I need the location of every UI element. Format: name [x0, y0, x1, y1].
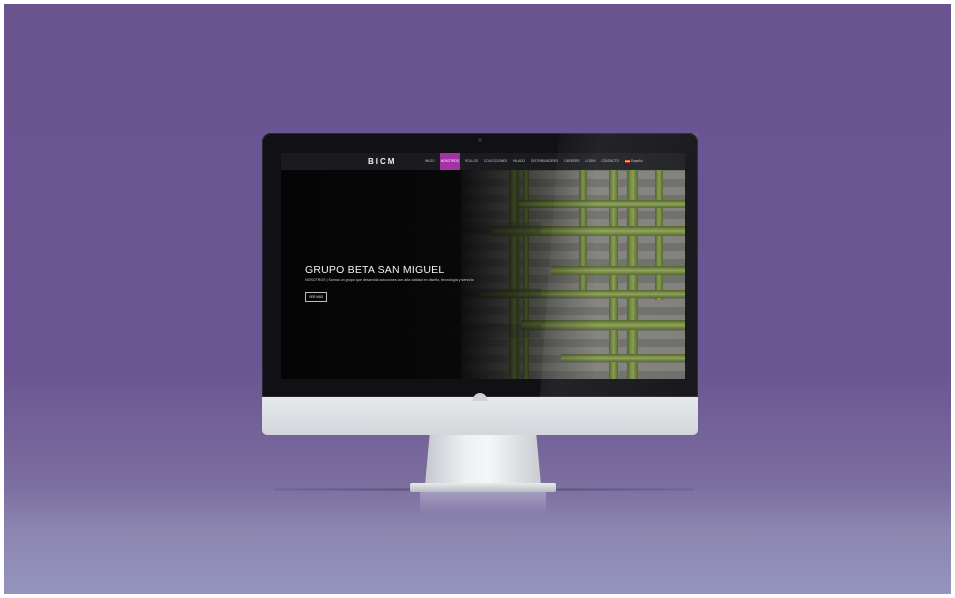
site-logo[interactable]: BICM — [368, 157, 408, 167]
screen-glare — [540, 133, 698, 397]
nav-item-hilado[interactable]: HILADO — [512, 153, 526, 170]
monitor-chin — [262, 397, 698, 435]
nav-item-colecciones[interactable]: COLECCIONES — [483, 153, 508, 170]
hero-title: GRUPO BETA SAN MIGUEL — [305, 264, 445, 276]
stand-reflection — [420, 492, 546, 514]
monitor-stand-foot — [410, 483, 556, 492]
nav-item-rollos[interactable]: ROLLOS — [464, 153, 479, 170]
nav-item-nosotros[interactable]: NOSOTROS — [439, 153, 460, 170]
nav-item-inicio[interactable]: INICIO — [424, 153, 436, 170]
camera-icon — [478, 138, 482, 142]
nav-item-distribuidores[interactable]: DISTRIBUIDORES — [530, 153, 559, 170]
hero-cta-button[interactable]: VER MÁS — [305, 292, 327, 302]
monitor-stand-neck — [425, 435, 541, 485]
apple-logo-icon — [473, 393, 487, 401]
hero-subtitle: NOSOTROS | Somos un grupo que desarrolla… — [305, 278, 474, 282]
